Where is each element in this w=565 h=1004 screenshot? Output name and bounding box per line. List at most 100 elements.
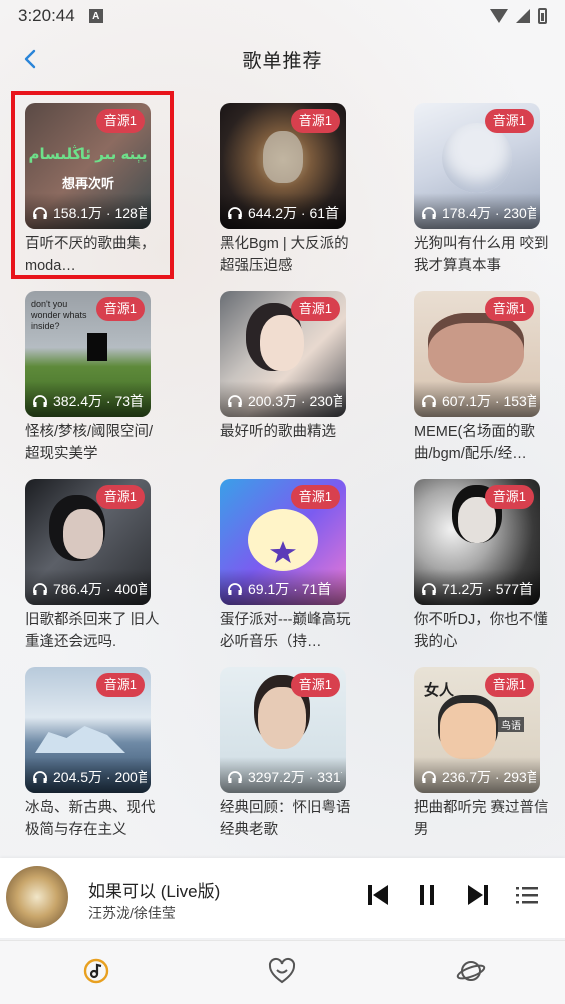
playlist-title: 冰岛、新古典、现代极简与存在主义 [25,800,156,838]
playlist-icon[interactable] [512,880,542,910]
status-bar: 3:20:44 A [0,0,565,32]
playlist-card[interactable]: 音源1 71.2万 · 577首 你不听DJ，你也不懂我的心 [414,479,564,650]
headphone-icon [33,395,47,407]
cover-door [87,333,107,361]
headphone-icon [422,207,436,219]
playlist-cover[interactable]: 音源1 786.4万 · 400首 [25,479,151,605]
play-count-text: 69.1万 · 71首 [248,581,332,597]
battery-icon [538,8,547,24]
playlist-cover[interactable]: don't you wonder whats inside? 音源1 382.4… [25,291,151,417]
headphone-icon [422,771,436,783]
music-disc-icon[interactable] [80,955,112,987]
status-time: 3:20:44 [18,6,75,25]
play-count: 236.7万 · 293首 [422,767,536,787]
playlist-card[interactable]: 女人 鸟语 音源1 236.7万 · 293首 把曲都听完 赛过普信男 [414,667,564,838]
planet-icon[interactable] [455,955,487,987]
skip-previous-icon[interactable] [363,880,393,910]
pause-icon[interactable] [412,880,442,910]
song-artist: 汪苏泷/徐佳莹 [88,905,176,921]
play-count-text: 178.4万 · 230首 [442,205,536,221]
play-count-text: 607.1万 · 153首 [442,393,536,409]
source-badge: 音源1 [290,673,340,697]
headphone-icon [422,395,436,407]
album-art[interactable] [6,866,68,928]
play-count-text: 644.2万 · 61首 [248,205,340,221]
source-badge: 音源1 [290,297,340,321]
playlist-cover[interactable]: 音源1 178.4万 · 230首 [414,103,540,229]
skip-next-icon[interactable] [463,880,493,910]
play-count-text: 3297.2万 · 331首 [248,769,342,785]
play-count-text: 236.7万 · 293首 [442,769,536,785]
play-count: 178.4万 · 230首 [422,203,536,223]
cover-egg [248,509,318,571]
cover-subtext: 鸟语 [498,717,524,732]
headphone-icon [228,583,242,595]
cover-text: 女人 [424,682,455,699]
playlist-card[interactable]: 音源1 786.4万 · 400首 旧歌都杀回来了 旧人重逢还会远吗. [25,479,175,650]
mini-player[interactable]: 如果可以 (Live版) 汪苏泷/徐佳莹 [0,858,565,938]
headphone-icon [228,771,242,783]
playlist-cover[interactable]: يېنە بىر ئاڭلىسام 想再次听 音源1 158.1万 · 128首 [25,103,151,229]
playlist-card[interactable]: 音源1 204.5万 · 200首 冰岛、新古典、现代极简与存在主义 [25,667,175,838]
playlist-card[interactable]: 音源1 644.2万 · 61首 黑化Bgm | 大反派的超强压迫感 [220,103,370,274]
status-icons [490,8,547,24]
playlist-cover[interactable]: 音源1 644.2万 · 61首 [220,103,346,229]
playlist-title: 怪核/梦核/阈限空间/超现实美学 [25,424,154,462]
playlist-title: 把曲都听完 赛过普信男 [414,800,549,838]
headphone-icon [33,771,47,783]
play-count: 158.1万 · 128首 [33,203,147,223]
headphone-icon [33,207,47,219]
playlist-card[interactable]: 音源1 3297.2万 · 331首 经典回顾：怀旧粤语经典老歌 [220,667,370,838]
playlist-title: 光狗叫有什么用 咬到我才算真本事 [414,236,549,274]
play-count-text: 200.3万 · 230首 [248,393,342,409]
playlist-cover[interactable]: 音源1 200.3万 · 230首 [220,291,346,417]
cover-figure [63,509,103,559]
back-arrow-icon[interactable] [18,46,44,72]
notification-a-icon: A [88,9,103,23]
source-badge: 音源1 [95,485,145,509]
playlist-title: 百听不厌的歌曲集，moda… [25,236,156,274]
playlist-title: 蛋仔派对---巅峰高玩必听音乐（持… [220,612,351,650]
playlist-card[interactable]: don't you wonder whats inside? 音源1 382.4… [25,291,175,462]
cover-text: يېنە بىر ئاڭلىسام [28,146,148,163]
playlist-card[interactable]: 音源1 178.4万 · 230首 光狗叫有什么用 咬到我才算真本事 [414,103,564,274]
play-count: 71.2万 · 577首 [422,579,536,599]
play-count-text: 71.2万 · 577首 [442,581,534,597]
heart-icon[interactable] [266,955,298,987]
source-badge: 音源1 [290,109,340,133]
nav-bar: 歌单推荐 [0,32,565,86]
playlist-title: 最好听的歌曲精选 [220,424,336,440]
playlist-cover[interactable]: 音源1 71.2万 · 577首 [414,479,540,605]
playlist-card[interactable]: يېنە بىر ئاڭلىسام 想再次听 音源1 158.1万 · 128首… [25,103,175,274]
play-count: 607.1万 · 153首 [422,391,536,411]
song-title[interactable]: 如果可以 (Live版) [88,877,220,902]
play-count: 382.4万 · 73首 [33,391,147,411]
playlist-cover[interactable]: 音源1 69.1万 · 71首 [220,479,346,605]
play-count-text: 158.1万 · 128首 [53,205,147,221]
headphone-icon [228,207,242,219]
headphone-icon [228,395,242,407]
cover-figure [440,703,496,759]
playlist-card[interactable]: 音源1 607.1万 · 153首 MEME(名场面的歌曲/bgm/配乐/经… [414,291,564,462]
source-badge: 音源1 [484,485,534,509]
cover-figure [263,131,303,183]
play-count: 69.1万 · 71首 [228,579,342,599]
playlist-card[interactable]: 音源1 200.3万 · 230首 最好听的歌曲精选 [220,291,370,461]
playlist-cover[interactable]: 音源1 3297.2万 · 331首 [220,667,346,793]
headphone-icon [422,583,436,595]
source-badge: 音源1 [484,673,534,697]
playlist-cover[interactable]: 女人 鸟语 音源1 236.7万 · 293首 [414,667,540,793]
playlist-title: 你不听DJ，你也不懂我的心 [414,612,548,650]
source-badge: 音源1 [95,673,145,697]
cover-text: don't you wonder whats inside? [31,299,87,331]
playlist-title: 黑化Bgm | 大反派的超强压迫感 [220,236,349,274]
play-count: 200.3万 · 230首 [228,391,342,411]
cover-figure [260,315,304,371]
source-badge: 音源1 [484,109,534,133]
cover-figure [442,123,512,193]
playlist-card[interactable]: 音源1 69.1万 · 71首 蛋仔派对---巅峰高玩必听音乐（持… [220,479,370,650]
playlist-cover[interactable]: 音源1 607.1万 · 153首 [414,291,540,417]
playlist-cover[interactable]: 音源1 204.5万 · 200首 [25,667,151,793]
source-badge: 音源1 [484,297,534,321]
wifi-icon [490,9,508,23]
